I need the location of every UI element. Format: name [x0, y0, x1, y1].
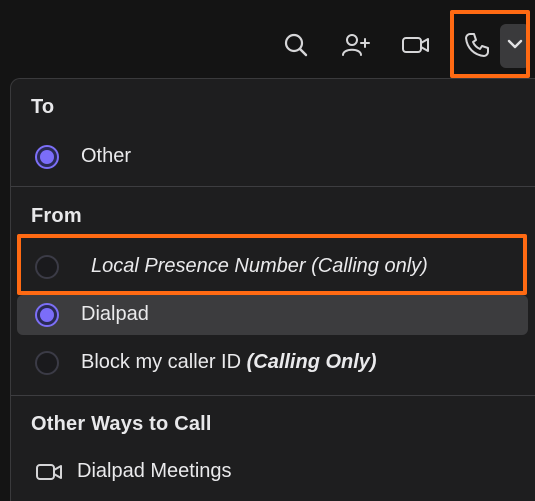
video-icon	[401, 33, 431, 57]
to-option-other-label: Other	[81, 145, 132, 167]
from-section-title: From	[31, 205, 82, 227]
from-option-dialpad[interactable]: Dialpad	[17, 295, 528, 335]
add-participant-button[interactable]	[339, 28, 373, 62]
video-call-button[interactable]	[399, 28, 433, 62]
call-options-menu: To Other From Local Presence Number (Cal…	[10, 78, 535, 501]
from-option-block-caller-id-label: Block my caller ID (Calling Only)	[81, 351, 377, 374]
to-option-other[interactable]: Other	[17, 137, 528, 177]
other-ways-section-title: Other Ways to Call	[31, 413, 212, 435]
dialpad-meetings-label: Dialpad Meetings	[77, 460, 232, 482]
radio-selected-icon[interactable]	[35, 145, 59, 169]
section-divider	[11, 186, 535, 187]
to-section-title: To	[31, 96, 55, 118]
block-caller-id-suffix: (Calling Only)	[246, 351, 377, 373]
radio-selected-icon[interactable]	[35, 303, 59, 327]
local-presence-annotation-box	[17, 234, 527, 295]
section-divider	[11, 395, 535, 396]
call-button-annotation-box	[450, 10, 530, 78]
search-icon	[283, 32, 309, 58]
dialpad-meetings-item[interactable]: Dialpad Meetings	[17, 452, 528, 492]
block-caller-id-text: Block my caller ID	[81, 351, 247, 373]
app-root: To Other From Local Presence Number (Cal…	[0, 0, 535, 501]
from-option-dialpad-label: Dialpad	[81, 303, 149, 325]
search-button[interactable]	[279, 28, 313, 62]
header-toolbar	[0, 0, 535, 80]
add-person-icon	[341, 32, 371, 58]
radio-unselected-icon[interactable]	[35, 351, 59, 375]
video-icon	[35, 462, 63, 487]
from-option-block-caller-id[interactable]: Block my caller ID (Calling Only)	[17, 343, 528, 383]
